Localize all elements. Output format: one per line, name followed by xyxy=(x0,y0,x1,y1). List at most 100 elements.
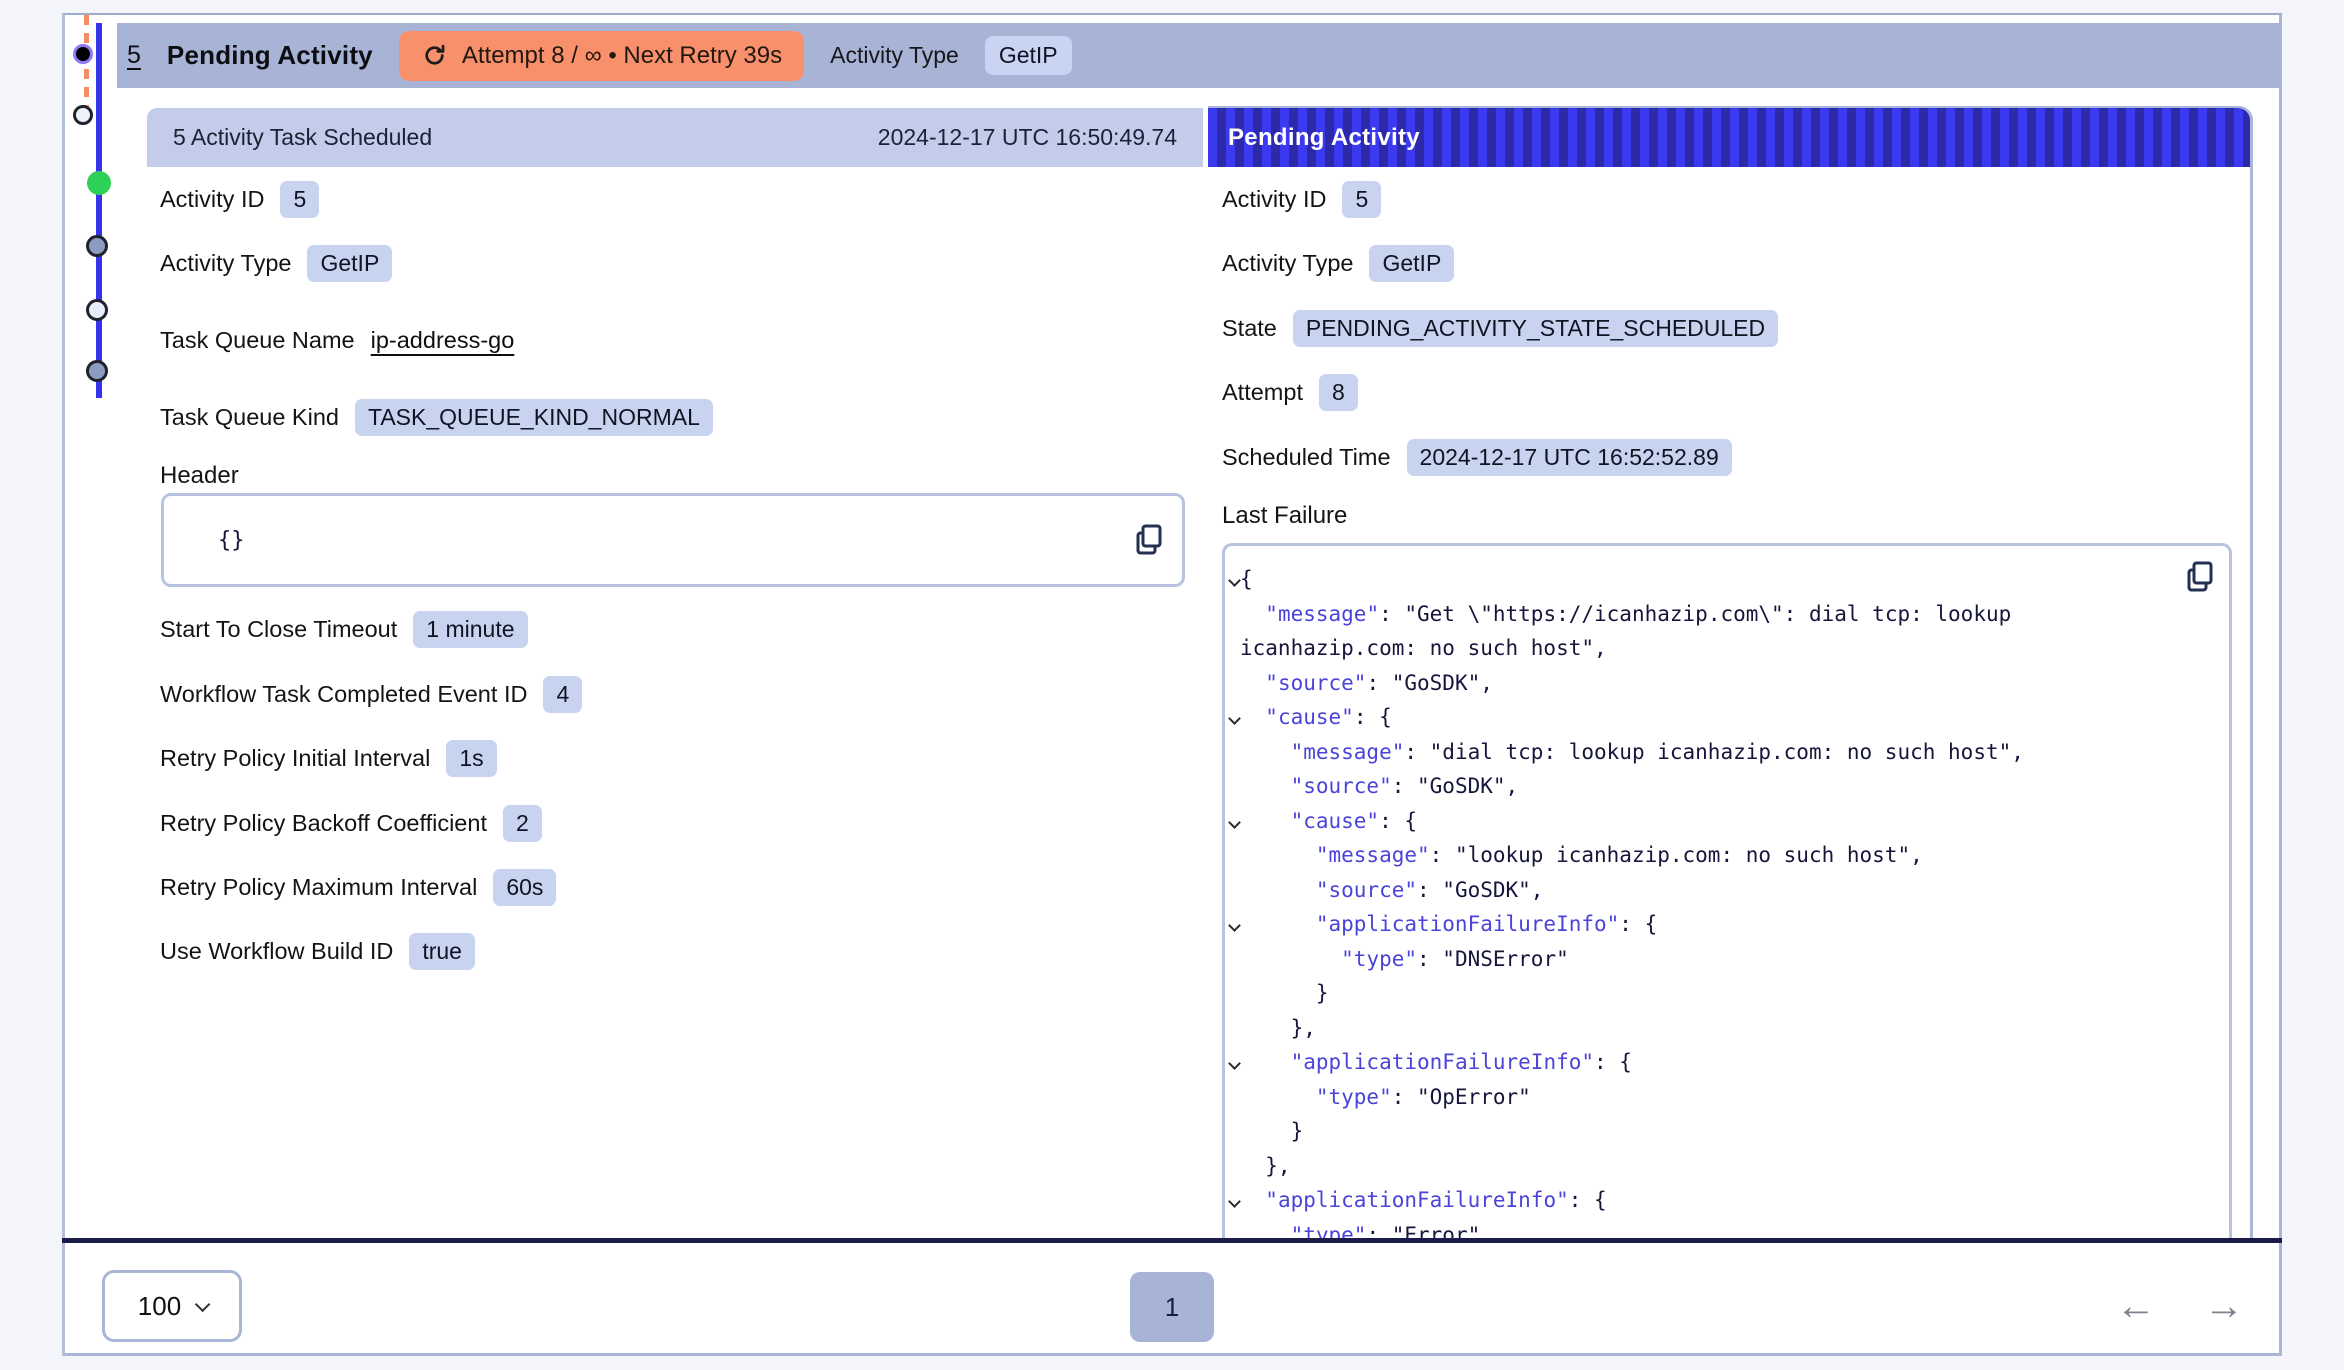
field-label: Activity Type xyxy=(160,250,291,277)
code-line: icanhazip.com: no such host", xyxy=(1225,631,2229,666)
field-value-badge: GetIP xyxy=(307,245,392,282)
field-row: Scheduled Time 2024-12-17 UTC 16:52:52.89 xyxy=(1222,430,1732,484)
field-row: Activity ID5 xyxy=(1222,172,1381,226)
code-line: } xyxy=(1225,976,2229,1011)
field-row: Retry Policy Initial Interval 1s xyxy=(160,731,497,785)
field-label: Retry Policy Maximum Interval xyxy=(160,874,477,901)
chevron-down-icon xyxy=(195,1296,211,1312)
field-value-badge: 1s xyxy=(446,740,496,777)
field-label: Use Workflow Build ID xyxy=(160,938,393,965)
collapse-chevron-icon[interactable] xyxy=(1228,919,1241,932)
field-row: Activity Type GetIP xyxy=(160,236,392,290)
field-value-badge: 1 minute xyxy=(413,611,527,648)
code-line: "source": "GoSDK", xyxy=(1225,769,2229,804)
retry-badge-text: Attempt 8 / ∞ • Next Retry 39s xyxy=(462,42,782,70)
header-section-label: Header xyxy=(160,462,239,490)
field-value-badge: PENDING_ACTIVITY_STATE_SCHEDULED xyxy=(1293,310,1778,347)
code-line: "applicationFailureInfo": { xyxy=(1225,1045,2229,1080)
event-name: Pending Activity xyxy=(167,40,373,71)
retry-icon xyxy=(421,42,448,69)
field-value-badge: true xyxy=(409,933,475,970)
collapse-chevron-icon[interactable] xyxy=(1228,712,1241,725)
field-label: Scheduled Time xyxy=(1222,444,1391,471)
field-row: Task Queue Name ip-address-go xyxy=(160,313,514,367)
field-label: Workflow Task Completed Event ID xyxy=(160,681,527,708)
field-value-badge: 2024-12-17 UTC 16:52:52.89 xyxy=(1407,439,1732,476)
field-value-badge: 2 xyxy=(503,805,542,842)
field-value-badge: 8 xyxy=(1319,374,1358,411)
pending-activity-title: Pending Activity xyxy=(1228,124,1420,152)
field-label: Activity ID xyxy=(1222,186,1326,213)
code-line: "cause": { xyxy=(1225,700,2229,735)
page-size-value: 100 xyxy=(138,1291,181,1322)
timeline-event-dot[interactable] xyxy=(86,235,108,257)
field-value-badge: GetIP xyxy=(1369,245,1454,282)
field-row: Workflow Task Completed Event ID 4 xyxy=(160,667,582,721)
workflow-history-page: 5 Pending Activity Attempt 8 / ∞ • Next … xyxy=(0,0,2344,1370)
previous-page-arrow-icon[interactable]: ← xyxy=(2101,1282,2171,1330)
code-line: "cause": { xyxy=(1225,804,2229,839)
timeline-event-dot[interactable] xyxy=(73,105,93,125)
header-code-block: {} xyxy=(161,493,1185,587)
footer-divider xyxy=(62,1238,2282,1243)
field-label: Retry Policy Backoff Coefficient xyxy=(160,810,487,837)
timeline-event-dot[interactable] xyxy=(86,360,108,382)
field-row: Retry Policy Maximum Interval 60s xyxy=(160,860,556,914)
collapse-chevron-icon[interactable] xyxy=(1228,1057,1241,1070)
field-row: Activity TypeGetIP xyxy=(1222,236,1454,290)
field-row: Start To Close Timeout 1 minute xyxy=(160,602,528,656)
code-line: "source": "GoSDK", xyxy=(1225,873,2229,908)
field-row: Task Queue KindTASK_QUEUE_KIND_NORMAL xyxy=(160,390,713,444)
timeline-pending-marker-icon[interactable] xyxy=(73,44,93,64)
activity-type-badge: GetIP xyxy=(985,36,1072,75)
header-code-value: {} xyxy=(218,528,245,553)
field-label: Retry Policy Initial Interval xyxy=(160,745,430,772)
field-value-badge: TASK_QUEUE_KIND_NORMAL xyxy=(355,399,713,436)
pending-activity-fields: Activity ID5 Activity TypeGetIP State PENDI… xyxy=(1208,167,2248,567)
field-row: Use Workflow Build ID true xyxy=(160,924,475,978)
copy-icon[interactable] xyxy=(2185,560,2215,594)
code-line: }, xyxy=(1225,1011,2229,1046)
timeline-retry-dashed-line xyxy=(84,15,89,118)
code-line: } xyxy=(1225,1114,2229,1149)
event-detail-fields: Activity ID5 Activity Type GetIP Task Queue… xyxy=(147,167,1203,1017)
field-value-badge: 60s xyxy=(493,869,556,906)
code-line: "applicationFailureInfo": { xyxy=(1225,1183,2229,1218)
field-value-badge: 4 xyxy=(543,676,582,713)
collapse-chevron-icon[interactable] xyxy=(1228,816,1241,829)
field-value-link[interactable]: ip-address-go xyxy=(371,327,515,354)
page-size-select[interactable]: 100 xyxy=(102,1270,242,1342)
code-line: "applicationFailureInfo": { xyxy=(1225,907,2229,942)
field-label: Attempt xyxy=(1222,379,1303,406)
code-line: "type": "OpError" xyxy=(1225,1080,2229,1115)
retry-badge: Attempt 8 / ∞ • Next Retry 39s xyxy=(399,31,804,81)
collapse-chevron-icon[interactable] xyxy=(1228,1195,1241,1208)
last-failure-code-block: { "message": "Get \"https://icanhazip.co… xyxy=(1222,543,2232,1243)
timeline-event-dot[interactable] xyxy=(86,299,108,321)
event-id-link[interactable]: 5 xyxy=(127,41,141,70)
field-row: Retry Policy Backoff Coefficient 2 xyxy=(160,796,542,850)
field-row: Attempt 8 xyxy=(1222,365,1358,419)
collapse-chevron-icon[interactable] xyxy=(1228,574,1241,587)
pending-activity-header: Pending Activity xyxy=(1208,108,2250,167)
code-line: "message": "dial tcp: lookup icanhazip.c… xyxy=(1225,735,2229,770)
code-line: "source": "GoSDK", xyxy=(1225,666,2229,701)
event-row[interactable]: 5 Pending Activity Attempt 8 / ∞ • Next … xyxy=(117,23,2281,88)
code-line: "message": "Get \"https://icanhazip.com\… xyxy=(1225,597,2229,632)
field-row: State PENDING_ACTIVITY_STATE_SCHEDULED xyxy=(1222,301,1778,355)
activity-type-label: Activity Type xyxy=(830,42,959,69)
event-detail-header: 5 Activity Task Scheduled 2024-12-17 UTC… xyxy=(147,108,1203,167)
field-label: Start To Close Timeout xyxy=(160,616,397,643)
field-label: Task Queue Name xyxy=(160,327,355,354)
timeline-event-dot-green[interactable] xyxy=(87,171,111,195)
event-detail-timestamp: 2024-12-17 UTC 16:50:49.74 xyxy=(878,124,1177,151)
page-number-button[interactable]: 1 xyxy=(1130,1272,1214,1342)
last-failure-code-lines: { "message": "Get \"https://icanhazip.co… xyxy=(1225,562,2229,1243)
field-label: Activity ID xyxy=(160,186,264,213)
field-label: State xyxy=(1222,315,1277,342)
last-failure-label: Last Failure xyxy=(1222,502,1347,530)
code-line: "message": "lookup icanhazip.com: no suc… xyxy=(1225,838,2229,873)
field-row: Activity ID5 xyxy=(160,172,319,226)
next-page-arrow-icon[interactable]: → xyxy=(2189,1282,2259,1330)
copy-icon[interactable] xyxy=(1134,523,1164,557)
